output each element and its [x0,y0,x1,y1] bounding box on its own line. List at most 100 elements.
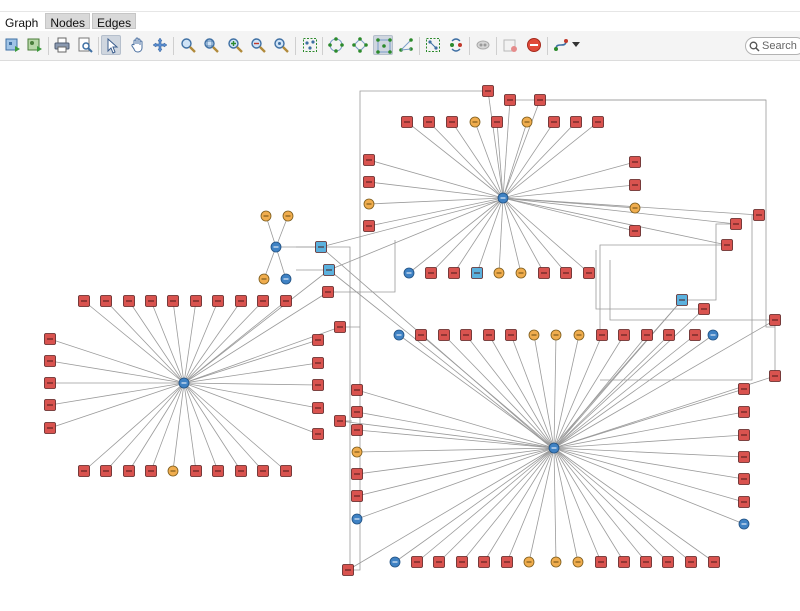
square-node[interactable] [334,415,346,427]
square-node[interactable] [312,334,324,346]
square-node[interactable] [312,379,324,391]
square-node[interactable] [753,209,765,221]
style-menu-icon[interactable] [551,35,581,55]
blue-circle-node[interactable] [280,273,292,285]
square-node[interactable] [235,295,247,307]
move-arrows-icon[interactable] [150,35,170,55]
circle-node[interactable] [629,202,641,214]
square-node[interactable] [548,116,560,128]
square-node[interactable] [640,556,652,568]
square-node[interactable] [478,556,490,568]
square-node[interactable] [534,94,546,106]
refresh-layout-icon[interactable] [446,35,466,55]
square-node[interactable] [448,267,460,279]
square-node[interactable] [44,355,56,367]
square-node[interactable] [501,556,513,568]
add-node-icon[interactable] [500,35,520,55]
circle-node[interactable] [493,267,505,279]
square-node[interactable] [504,94,516,106]
square-node[interactable] [351,406,363,418]
zoom-in-icon[interactable] [201,35,221,55]
tab-nodes[interactable]: Nodes [45,13,91,30]
circle-node[interactable] [550,556,562,568]
hub-node[interactable] [178,377,190,389]
square-node[interactable] [312,402,324,414]
blue-square-node[interactable] [315,241,327,253]
square-node[interactable] [583,267,595,279]
fit-selection-icon[interactable] [300,35,320,55]
square-node[interactable] [145,465,157,477]
square-node[interactable] [738,451,750,463]
square-node[interactable] [100,465,112,477]
square-node[interactable] [363,220,375,232]
circle-node[interactable] [282,210,294,222]
square-node[interactable] [629,225,641,237]
export-image-icon[interactable] [25,35,45,55]
circle-node[interactable] [363,198,375,210]
square-node[interactable] [730,218,742,230]
square-node[interactable] [482,85,494,97]
square-node[interactable] [280,465,292,477]
square-node[interactable] [738,406,750,418]
square-node[interactable] [460,329,472,341]
circle-node[interactable] [351,446,363,458]
square-node[interactable] [483,329,495,341]
square-node[interactable] [351,424,363,436]
circle-node[interactable] [572,556,584,568]
layout-tree-icon[interactable] [396,35,416,55]
square-node[interactable] [44,333,56,345]
square-node[interactable] [456,556,468,568]
tab-edges[interactable]: Edges [92,13,137,30]
print-preview-icon[interactable] [75,35,95,55]
square-node[interactable] [322,286,334,298]
tab-graph[interactable]: Graph [0,13,44,30]
square-node[interactable] [123,295,135,307]
square-node[interactable] [415,329,427,341]
square-node[interactable] [212,465,224,477]
square-node[interactable] [596,329,608,341]
square-node[interactable] [342,564,354,576]
print-icon[interactable] [52,35,72,55]
square-node[interactable] [44,422,56,434]
circle-node[interactable] [260,210,272,222]
layout-circle-icon[interactable] [326,35,346,55]
circle-node[interactable] [573,329,585,341]
square-node[interactable] [351,490,363,502]
zoom-in-plus-icon[interactable] [225,35,245,55]
square-node[interactable] [235,465,247,477]
select-cursor-icon[interactable] [101,35,121,55]
layout-grid-icon[interactable] [373,35,393,55]
square-node[interactable] [685,556,697,568]
square-node[interactable] [595,556,607,568]
square-node[interactable] [592,116,604,128]
square-node[interactable] [505,329,517,341]
circle-node[interactable] [528,329,540,341]
square-node[interactable] [738,429,750,441]
square-node[interactable] [769,314,781,326]
square-node[interactable] [280,295,292,307]
square-node[interactable] [423,116,435,128]
square-node[interactable] [257,295,269,307]
square-node[interactable] [44,377,56,389]
search-input[interactable]: Search [745,37,800,55]
square-node[interactable] [212,295,224,307]
node-layer[interactable] [44,85,781,576]
square-node[interactable] [491,116,503,128]
hub-node[interactable] [270,241,282,253]
square-node[interactable] [167,295,179,307]
square-node[interactable] [411,556,423,568]
circle-node[interactable] [523,556,535,568]
square-node[interactable] [363,154,375,166]
square-node[interactable] [312,428,324,440]
hide-edges-icon[interactable] [473,35,493,55]
export-network-icon[interactable] [3,35,23,55]
square-node[interactable] [738,473,750,485]
blue-circle-node[interactable] [389,556,401,568]
square-node[interactable] [629,179,641,191]
circle-node[interactable] [469,116,481,128]
zoom-out-minus-icon[interactable] [248,35,268,55]
square-node[interactable] [100,295,112,307]
square-node[interactable] [351,468,363,480]
zoom-fit-icon[interactable] [271,35,291,55]
square-node[interactable] [689,329,701,341]
